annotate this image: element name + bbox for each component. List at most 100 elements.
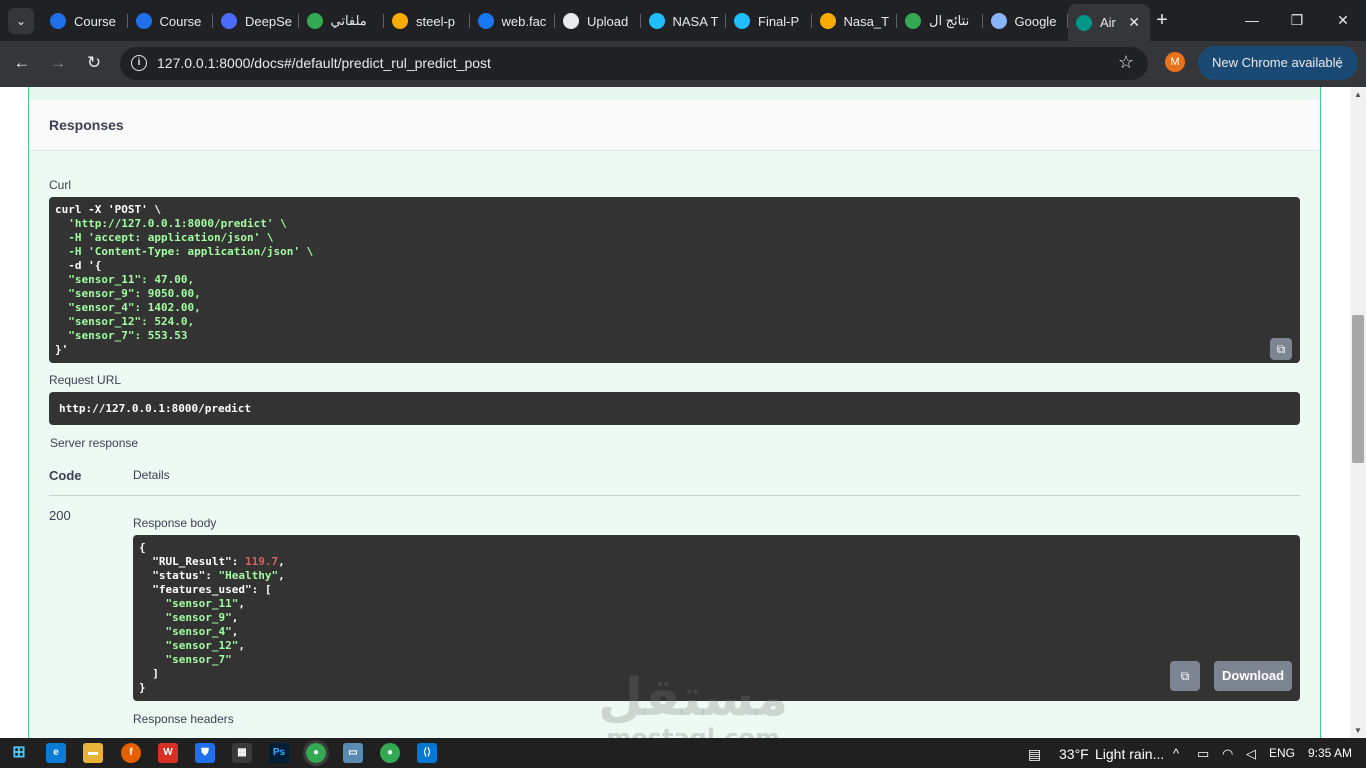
curl-line: "sensor_4": 1402.00, xyxy=(55,301,201,314)
reload-icon[interactable]: ↻ xyxy=(82,51,106,75)
browser-tab[interactable]: ملفاتي xyxy=(299,6,384,36)
coursera-icon xyxy=(135,13,152,29)
deepseek-icon xyxy=(221,13,237,29)
browser-tab[interactable]: NASA T xyxy=(641,6,726,36)
curl-line: "sensor_11": 47.00, xyxy=(55,273,195,286)
download-button[interactable]: Download xyxy=(1214,661,1293,691)
browser-tab[interactable]: web.fac xyxy=(470,6,555,36)
operation-block-post: Responses Curl curl -X 'POST' \ 'http://… xyxy=(28,87,1321,738)
json-feature-item: "sensor_7" xyxy=(165,653,232,666)
browser-tab[interactable]: Course xyxy=(42,6,128,36)
tab-title: Nasa_T xyxy=(843,13,890,29)
new-tab-button[interactable]: + xyxy=(1152,8,1172,32)
tab-search-button[interactable]: ⌄ xyxy=(8,8,34,34)
request-url-value: http://127.0.0.1:8000/predict xyxy=(49,392,1300,425)
scroll-down-icon[interactable]: ▼ xyxy=(1354,726,1362,735)
gemini-icon xyxy=(990,13,1007,29)
code-column-header: Code xyxy=(49,468,82,483)
browser-tab[interactable]: Course xyxy=(128,6,213,36)
page-scrollbar[interactable]: ▲ ▼ xyxy=(1350,87,1366,738)
browser-tab[interactable]: DeepSe xyxy=(213,6,299,36)
close-tab-icon[interactable]: ✕ xyxy=(1128,14,1140,31)
language-indicator[interactable]: ENG xyxy=(1269,746,1295,760)
tab-title: DeepSe xyxy=(245,13,292,29)
json-open-brace: { xyxy=(139,541,146,554)
json-value-rul: 119.7 xyxy=(244,555,279,568)
update-chrome-button[interactable]: New Chrome available ⋮ xyxy=(1198,46,1358,80)
address-url[interactable]: 127.0.0.1:8000/docs#/default/predict_rul… xyxy=(157,55,491,71)
minimize-icon[interactable]: — xyxy=(1242,8,1262,32)
browser-toolbar: ← → ↻ i 127.0.0.1:8000/docs#/default/pre… xyxy=(0,41,1366,87)
coursera-icon xyxy=(50,13,66,29)
github-icon xyxy=(563,13,579,29)
store-icon[interactable]: ▦ xyxy=(232,743,252,763)
chrome-icon[interactable]: ● xyxy=(303,740,329,766)
browser-tab[interactable]: Google xyxy=(983,6,1068,36)
facebook-icon xyxy=(477,13,494,29)
weather-text[interactable]: Light rain... xyxy=(1095,746,1164,762)
response-table-divider xyxy=(49,495,1300,496)
more-menu-icon[interactable]: ⋮ xyxy=(1333,46,1346,80)
json-key-features: "features_used" xyxy=(152,583,252,596)
windows-taskbar: ⊞ e ▬ f W ⛊ ▦ Ps ● ▭ ● ⟨⟩ ▤ 33°F Light r… xyxy=(0,738,1366,768)
copy-response-icon[interactable]: ⧉ xyxy=(1170,661,1200,691)
curl-line: -d '{ xyxy=(55,259,102,272)
profile-avatar[interactable]: M xyxy=(1165,52,1185,72)
json-feature-item: "sensor_11" xyxy=(165,597,239,610)
fastapi-icon xyxy=(1076,14,1092,31)
curl-line: curl -X 'POST' \ xyxy=(55,203,161,216)
curl-code-block: curl -X 'POST' \ 'http://127.0.0.1:8000/… xyxy=(49,197,1300,363)
volume-icon[interactable]: ◁ xyxy=(1246,746,1256,762)
tray-chevron-icon[interactable]: ^ xyxy=(1173,746,1179,761)
file-explorer-icon[interactable]: ▬ xyxy=(83,743,103,763)
update-chrome-label: New Chrome available xyxy=(1212,55,1343,70)
tab-title: web.fac xyxy=(501,13,547,29)
details-column-header: Details xyxy=(133,468,170,482)
browser-tab[interactable]: نتائج ال xyxy=(897,6,983,36)
back-icon[interactable]: ← xyxy=(10,51,34,75)
photoshop-icon[interactable]: Ps xyxy=(269,743,289,763)
scroll-up-icon[interactable]: ▲ xyxy=(1354,90,1362,99)
close-window-icon[interactable]: ✕ xyxy=(1333,8,1353,32)
vscode-icon[interactable]: ⟨⟩ xyxy=(417,743,437,763)
edge-icon[interactable]: e xyxy=(46,743,66,763)
json-value-status: "Healthy" xyxy=(218,569,279,582)
remote-desktop-icon[interactable]: ▭ xyxy=(343,743,363,763)
tab-title: Course xyxy=(74,13,116,29)
json-key-status: "status" xyxy=(152,569,206,582)
page-viewport: Responses Curl curl -X 'POST' \ 'http://… xyxy=(0,87,1350,738)
kaggle-icon xyxy=(734,13,750,29)
firefox-icon[interactable]: f xyxy=(121,743,141,763)
address-bar[interactable]: i 127.0.0.1:8000/docs#/default/predict_r… xyxy=(120,47,1148,80)
curl-line: "sensor_12": 524.0, xyxy=(55,315,195,328)
browser-tab[interactable]: Air ✕ xyxy=(1068,4,1150,41)
tab-title: Upload xyxy=(587,13,629,29)
browser-tab[interactable]: steel-p xyxy=(384,6,470,36)
browser-tab[interactable]: Final-P xyxy=(726,6,812,36)
json-key-rul: "RUL_Result" xyxy=(152,555,232,568)
forward-icon[interactable]: → xyxy=(46,51,70,75)
clock-time[interactable]: 9:35 AM xyxy=(1308,746,1352,760)
weather-icon[interactable]: ▤ xyxy=(1028,746,1041,763)
site-info-icon[interactable]: i xyxy=(131,55,147,71)
windows-start-icon[interactable]: ⊞ xyxy=(9,743,29,763)
chrome-profile-icon[interactable]: ● xyxy=(380,743,400,763)
wps-icon[interactable]: W xyxy=(158,743,178,763)
wifi-icon[interactable]: ◠ xyxy=(1222,746,1233,762)
maximize-icon[interactable]: ❐ xyxy=(1287,8,1307,32)
scrollbar-thumb[interactable] xyxy=(1352,315,1364,463)
browser-tab[interactable]: Nasa_T xyxy=(812,6,897,36)
browser-tab[interactable]: Upload xyxy=(555,6,641,36)
tab-strip: ⌄ Course Course DeepSe ملفاتي steel-p web.fac… xyxy=(0,0,1366,41)
copy-curl-icon[interactable]: ⧉ xyxy=(1270,338,1292,360)
battery-icon[interactable]: ▭ xyxy=(1197,746,1209,762)
response-headers-label: Response headers xyxy=(133,712,234,726)
curl-line: -H 'Content-Type: application/json' \ xyxy=(55,245,314,258)
watermark: مستقل mostaql.com xyxy=(598,668,789,750)
security-shield-icon[interactable]: ⛊ xyxy=(195,743,215,763)
tab-title: Air xyxy=(1100,15,1116,30)
bookmark-star-icon[interactable]: ☆ xyxy=(1118,52,1134,73)
weather-temp[interactable]: 33°F xyxy=(1059,746,1089,762)
tab-title: Google xyxy=(1014,13,1057,29)
watermark-arabic: مستقل xyxy=(598,668,789,728)
